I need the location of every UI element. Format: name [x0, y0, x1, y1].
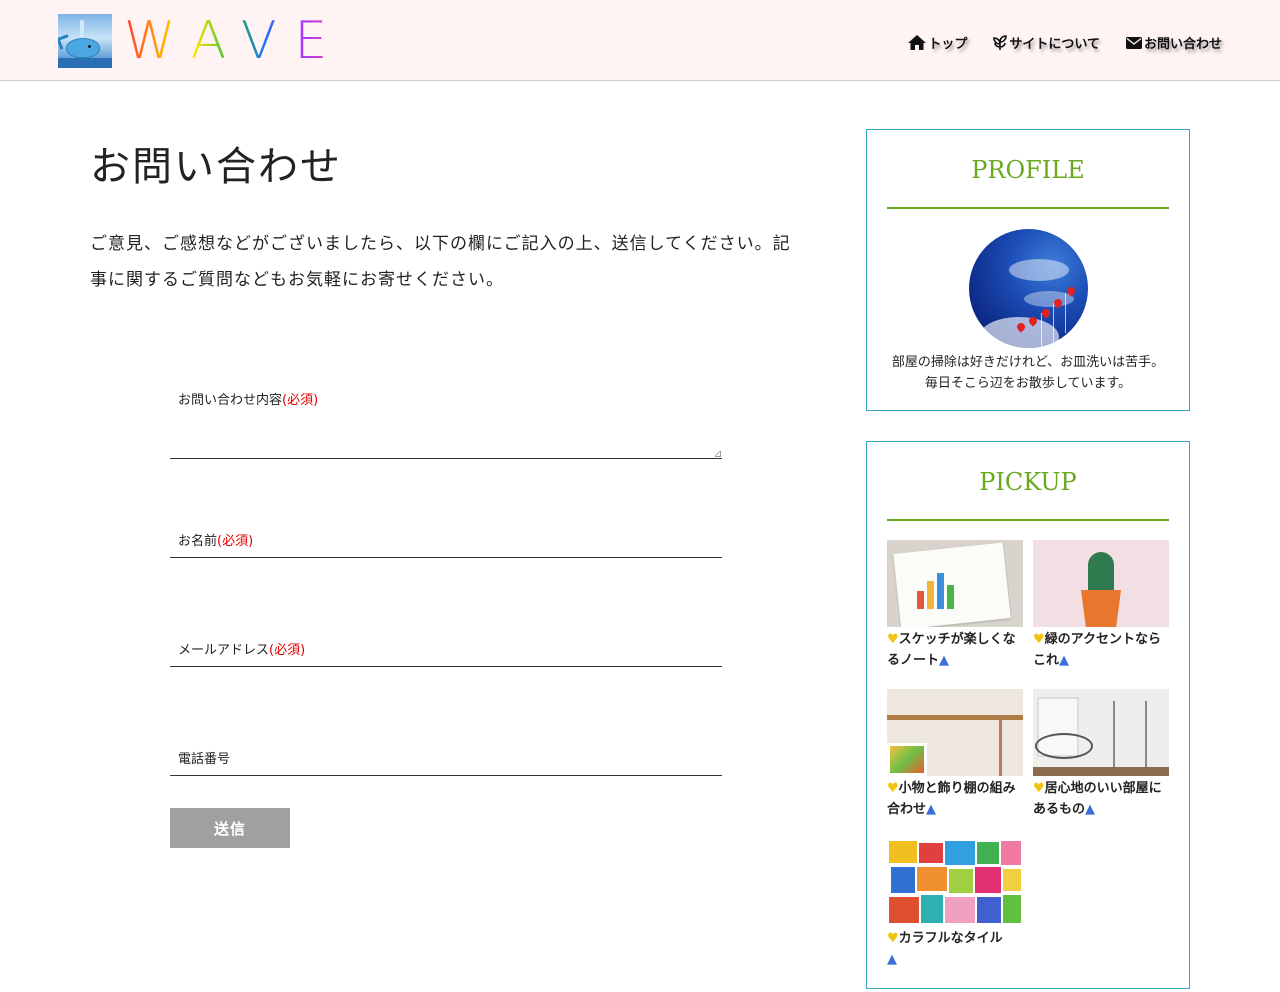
room-chair-thumbnail[interactable]	[1033, 689, 1169, 776]
shelf-thumbnail[interactable]	[887, 689, 1023, 776]
phone-label: 電話番号	[178, 752, 231, 767]
divider	[887, 207, 1169, 209]
heart-icon: ♥	[1033, 781, 1045, 796]
inquiry-label: お問い合わせ内容(必須)	[178, 393, 319, 408]
pickup-caption[interactable]: ♥スケッチが楽しくなるノート▲	[887, 629, 1023, 671]
name-label: お名前(必須)	[178, 534, 254, 549]
pickup-title: PICKUP	[979, 468, 1077, 496]
cactus-thumbnail[interactable]	[1033, 540, 1169, 627]
leaf-icon	[993, 35, 1008, 50]
site-logo[interactable]: WAVE	[58, 13, 345, 69]
nav-item-label: サイトについて	[1009, 37, 1100, 52]
triangle-icon: ▲	[887, 952, 897, 967]
phone-field[interactable]: 電話番号	[170, 740, 722, 776]
nav-item-contact[interactable]: お問い合わせ	[1125, 33, 1222, 52]
heart-icon: ♥	[1033, 632, 1045, 647]
pickup-caption[interactable]: ♥カラフルなタイル ▲	[887, 928, 1023, 970]
pickup-item[interactable]: ♥緑のアクセントならこれ▲	[1033, 540, 1169, 671]
sketch-note-thumbnail[interactable]	[887, 540, 1023, 627]
home-icon	[908, 35, 927, 50]
main-content: お問い合わせ ご意見、ご感想などがございましたら、以下の欄にご記入の上、送信して…	[90, 120, 800, 298]
triangle-icon: ▲	[1059, 653, 1070, 668]
required-mark: (必須)	[282, 393, 319, 408]
pickup-caption[interactable]: ♥小物と飾り棚の組み合わせ▲	[887, 778, 1023, 820]
logo-text: WAVE	[124, 11, 346, 71]
required-mark: (必須)	[269, 643, 306, 658]
inquiry-field[interactable]: お問い合わせ内容(必須)	[170, 381, 722, 459]
phone-input[interactable]	[170, 740, 722, 776]
intro-text: ご意見、ご感想などがございましたら、以下の欄にご記入の上、送信してください。記事…	[90, 234, 791, 290]
heart-icon: ♥	[887, 632, 899, 647]
nav-item-about[interactable]: サイトについて	[993, 33, 1100, 52]
site-header: WAVE トップ サイトについて お問い合わせ	[0, 0, 1280, 81]
submit-button[interactable]: 送信	[170, 808, 290, 848]
heart-icon: ♥	[887, 931, 899, 946]
pickup-item[interactable]: ♥小物と飾り棚の組み合わせ▲	[887, 689, 1023, 820]
triangle-icon: ▲	[1085, 802, 1096, 817]
avatar	[968, 229, 1088, 348]
resize-handle[interactable]	[715, 451, 721, 457]
profile-text: 部屋の掃除は好きだけれど、お皿洗いは苦手。毎日そこら辺をお散歩しています。	[891, 355, 1165, 391]
nav-item-top[interactable]: トップ	[908, 33, 967, 52]
envelope-icon	[1125, 36, 1142, 49]
name-field[interactable]: お名前(必須)	[170, 522, 722, 558]
whale-logo-icon	[58, 14, 112, 68]
tile-thumbnail[interactable]	[887, 839, 1023, 926]
required-mark: (必須)	[217, 534, 254, 549]
profile-title: PROFILE	[971, 156, 1085, 184]
divider	[887, 519, 1169, 521]
pickup-item[interactable]: ♥スケッチが楽しくなるノート▲	[887, 540, 1023, 671]
pickup-caption[interactable]: ♥居心地のいい部屋にあるもの▲	[1033, 778, 1169, 820]
pickup-caption[interactable]: ♥緑のアクセントならこれ▲	[1033, 629, 1169, 671]
pickup-widget: PICKUP ♥スケッチが楽しくなるノート▲ ♥緑のアクセントならこれ▲ ♥小物…	[866, 441, 1190, 989]
pickup-item[interactable]: ♥カラフルなタイル ▲	[887, 839, 1023, 970]
page-title: お問い合わせ	[90, 144, 342, 190]
triangle-icon: ▲	[926, 802, 937, 817]
email-field[interactable]: メールアドレス(必須)	[170, 631, 722, 667]
nav-item-label: トップ	[928, 37, 968, 52]
pickup-item[interactable]: ♥居心地のいい部屋にあるもの▲	[1033, 689, 1169, 820]
profile-widget: PROFILE 部屋の掃除は好きだけれど、お皿洗いは苦手。毎日そこら辺をお散歩し…	[866, 129, 1190, 411]
global-nav: トップ サイトについて お問い合わせ	[908, 33, 1222, 52]
heart-icon: ♥	[887, 781, 899, 796]
triangle-icon: ▲	[939, 653, 950, 668]
email-label: メールアドレス(必須)	[178, 643, 306, 658]
nav-item-label: お問い合わせ	[1143, 37, 1222, 52]
